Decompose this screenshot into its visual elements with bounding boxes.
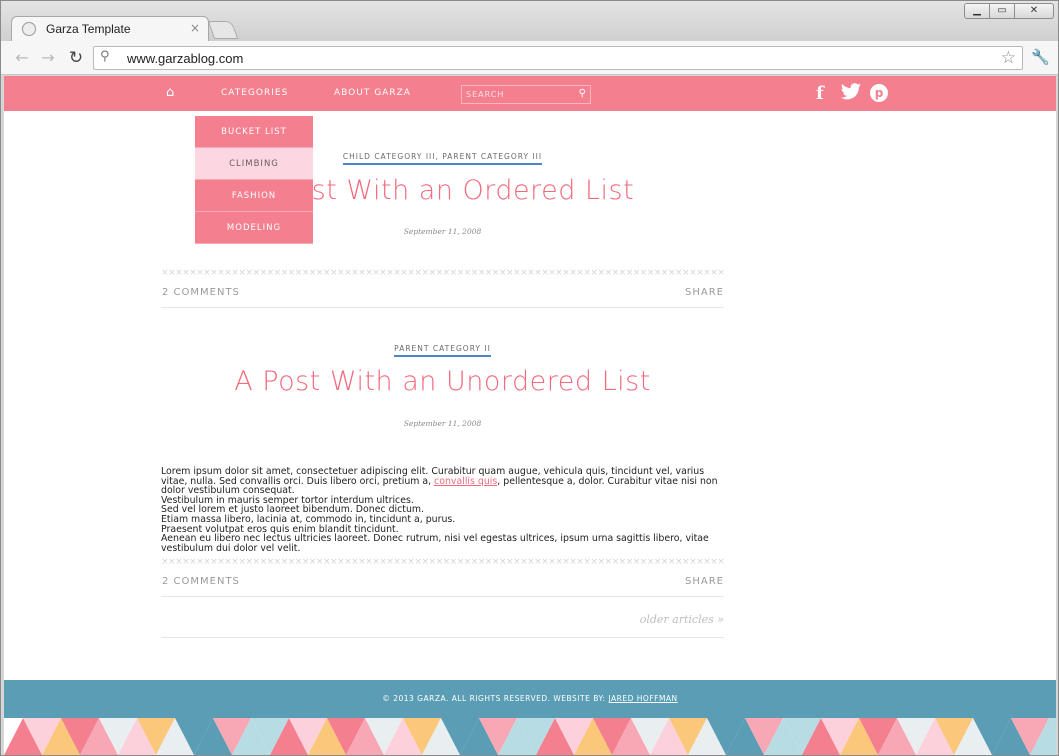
minimize-button[interactable]: ▁	[964, 3, 990, 19]
favicon-icon	[22, 22, 36, 36]
categories-dropdown: BUCKET LIST CLIMBING FASHION MODELING	[195, 116, 313, 244]
divider-pattern: ××××××××××××××××××××××××××××××××××××××××…	[161, 269, 724, 277]
older-articles-link[interactable]: older articles »	[640, 613, 724, 626]
browser-toolbar: ← → ↻ ⚲ www.garzablog.com ☆ 🔧	[1, 41, 1058, 75]
reload-icon[interactable]: ↻	[65, 47, 87, 69]
footer-author-link[interactable]: JARED HOFFMAN	[608, 694, 677, 703]
post-divider	[161, 596, 724, 597]
nav-about-garza[interactable]: ABOUT GARZA	[334, 88, 411, 98]
post-body-link[interactable]: convallis quis	[434, 476, 497, 487]
post-category-link[interactable]: CHILD CATEGORY III, PARENT CATEGORY III	[342, 152, 543, 165]
site-navbar: ⌂ CATEGORIES ABOUT GARZA ⚲ f p	[4, 76, 1056, 111]
search-icon: ⚲	[100, 49, 110, 64]
url-text[interactable]: www.garzablog.com	[127, 51, 243, 66]
home-icon[interactable]: ⌂	[166, 85, 174, 100]
comments-link[interactable]: 2 COMMENTS	[162, 287, 240, 298]
pagination-divider	[161, 637, 724, 638]
site-footer: © 2013 GARZA. ALL RIGHTS RESERVED. WEBSI…	[4, 680, 1056, 718]
site-search: ⚲	[461, 85, 591, 104]
forward-arrow-icon[interactable]: →	[37, 47, 59, 69]
tab-title: Garza Template	[46, 22, 131, 36]
wrench-menu-icon[interactable]: 🔧	[1031, 48, 1050, 66]
share-link[interactable]: SHARE	[685, 287, 724, 298]
post-body-line: Aenean eu libero nec lectus ultricies la…	[161, 533, 709, 554]
dropdown-item-bucket-list[interactable]: BUCKET LIST	[195, 116, 313, 148]
pinterest-icon[interactable]: p	[870, 84, 888, 102]
maximize-button[interactable]: ▭	[989, 3, 1015, 19]
dropdown-item-climbing[interactable]: CLIMBING	[195, 148, 313, 180]
search-input[interactable]	[462, 86, 572, 103]
divider-pattern: ××××××××××××××××××××××××××××××××××××××××…	[161, 558, 724, 566]
browser-tab[interactable]: Garza Template ×	[11, 16, 209, 42]
tab-close-icon[interactable]: ×	[190, 21, 200, 35]
dropdown-item-modeling[interactable]: MODELING	[195, 212, 313, 244]
post-body: Lorem ipsum dolor sit amet, consectetuer…	[161, 467, 724, 553]
post-divider	[161, 307, 724, 308]
bookmark-star-icon[interactable]: ☆	[1001, 48, 1016, 68]
post-title[interactable]: A Post With an Unordered List	[161, 366, 724, 397]
title-bar: Garza Template × ▁ ▭ ✕	[1, 1, 1058, 42]
footer-copyright: © 2013 GARZA. ALL RIGHTS RESERVED. WEBSI…	[382, 694, 609, 703]
page-viewport: ⌂ CATEGORIES ABOUT GARZA ⚲ f p BUCKET LI…	[4, 76, 1056, 755]
search-icon[interactable]: ⚲	[579, 88, 586, 99]
share-link[interactable]: SHARE	[685, 576, 724, 587]
address-bar[interactable]: ⚲ www.garzablog.com ☆	[93, 46, 1023, 70]
back-arrow-icon[interactable]: ←	[11, 47, 33, 69]
browser-window: Garza Template × ▁ ▭ ✕ ← → ↻ ⚲ www.garza…	[0, 0, 1059, 756]
post-category-link[interactable]: PARENT CATEGORY II	[394, 344, 491, 357]
footer-triangle-pattern	[4, 718, 1056, 755]
comments-link[interactable]: 2 COMMENTS	[162, 576, 240, 587]
twitter-icon[interactable]	[840, 82, 862, 102]
nav-categories[interactable]: CATEGORIES	[221, 88, 288, 98]
new-tab-button[interactable]	[207, 21, 239, 39]
close-button[interactable]: ✕	[1014, 3, 1054, 19]
dropdown-item-fashion[interactable]: FASHION	[195, 180, 313, 212]
post-date: September 11, 2008	[403, 419, 482, 428]
facebook-icon[interactable]: f	[816, 83, 824, 104]
footer-credits: © 2013 GARZA. ALL RIGHTS RESERVED. WEBSI…	[4, 694, 1056, 703]
